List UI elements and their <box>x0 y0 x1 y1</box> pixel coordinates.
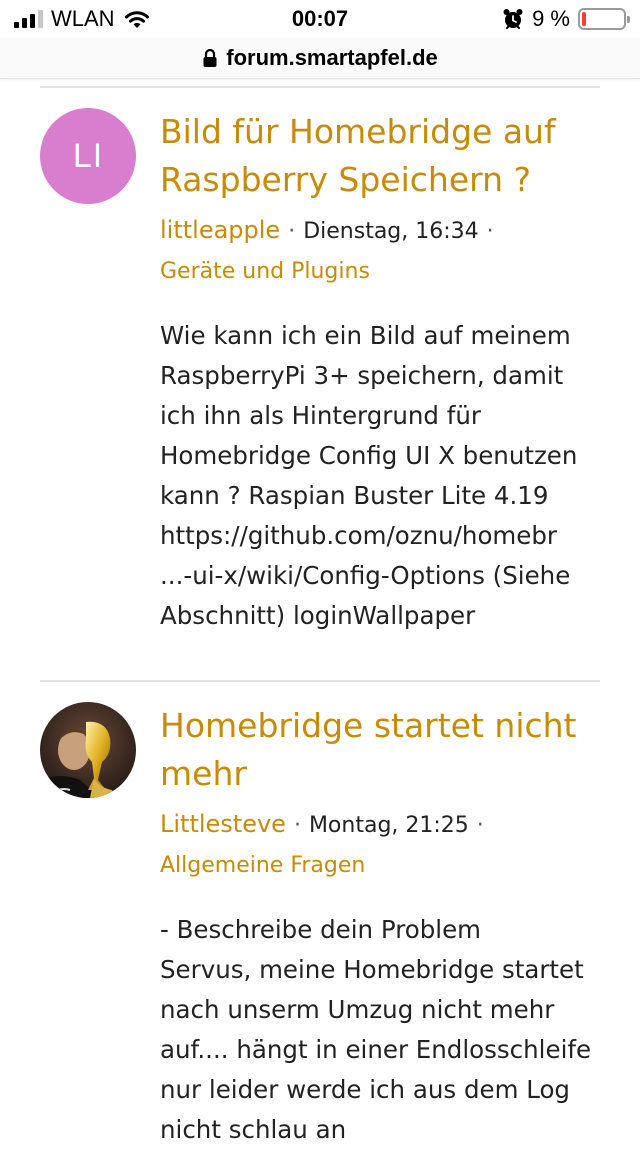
user-photo-icon <box>40 702 136 798</box>
post-title[interactable]: Bild für Homebridge auf Raspberry Speich… <box>160 108 600 204</box>
url-text[interactable]: forum.smartapfel.de <box>226 45 438 71</box>
user-photo-avatar[interactable] <box>40 702 136 798</box>
address-bar[interactable]: forum.smartapfel.de <box>0 38 640 79</box>
meta-separator: · <box>288 219 296 244</box>
post-category[interactable]: Geräte und Plugins <box>160 252 600 292</box>
meta-separator: · <box>293 813 301 838</box>
avatar-initials: LI <box>72 136 104 175</box>
post-category[interactable]: Allgemeine Fragen <box>160 846 600 886</box>
post-meta: Littlesteve · Montag, 21:25 · <box>160 804 600 846</box>
meta-separator: · <box>486 219 494 244</box>
divider <box>40 86 600 88</box>
alarm-clock-icon <box>503 9 523 29</box>
post-content: Bild für Homebridge auf Raspberry Speich… <box>160 108 600 636</box>
post-meta: littleapple · Dienstag, 16:34 · <box>160 210 600 252</box>
status-right: 9 % <box>502 6 630 32</box>
post-title[interactable]: Homebridge startet nicht mehr <box>160 702 600 798</box>
avatar[interactable]: LI <box>40 108 136 204</box>
post-date: Montag, 21:25 <box>308 813 469 838</box>
lock-icon <box>203 48 217 67</box>
post-author[interactable]: Littlesteve <box>160 810 286 838</box>
post-date: Dienstag, 16:34 <box>303 219 479 244</box>
meta-separator: · <box>476 813 484 838</box>
post-author[interactable]: littleapple <box>160 216 280 244</box>
battery-percent: 9 % <box>532 6 570 31</box>
battery-fill <box>582 12 586 26</box>
battery-icon <box>578 8 630 30</box>
divider <box>40 680 600 682</box>
post-excerpt: Wie kann ich ein Bild auf meinem Raspber… <box>160 321 578 630</box>
status-bar: WLAN 00:07 9 % <box>0 0 640 40</box>
post-excerpt: - Beschreibe dein Problem Servus, meine … <box>160 915 592 1144</box>
post-content: Homebridge startet nicht mehr Littlestev… <box>160 702 600 1150</box>
